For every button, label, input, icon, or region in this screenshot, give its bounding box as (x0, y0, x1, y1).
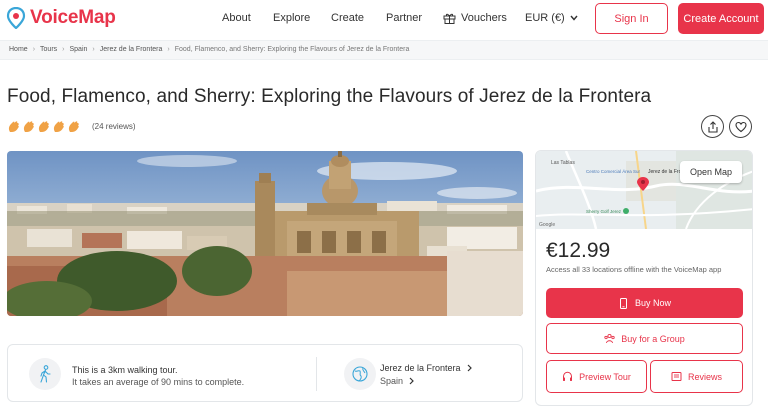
buy-for-group-label: Buy for a Group (621, 333, 685, 344)
globe-icon (352, 366, 368, 382)
sign-in-button[interactable]: Sign In (595, 3, 668, 34)
phone-icon (619, 297, 627, 309)
map-pin-dot (641, 180, 645, 184)
chevron-down-icon (570, 15, 578, 21)
breadcrumb-tours[interactable]: Tours (40, 46, 57, 53)
city-link[interactable]: Jerez de la Frontera (380, 363, 472, 373)
review-list-icon (671, 372, 682, 381)
currency-selector[interactable]: EUR (€) (525, 12, 578, 24)
jerez-cathedral-photo (7, 151, 523, 316)
breadcrumb-current: Food, Flamenco, and Sherry: Exploring th… (174, 46, 410, 53)
breadcrumb-city[interactable]: Jerez de la Frontera (100, 46, 163, 53)
tour-info-box: This is a 3km walking tour. It takes an … (7, 344, 523, 402)
clap-icon (68, 121, 79, 132)
share-button[interactable] (701, 115, 724, 138)
tour-hero-image[interactable] (7, 151, 523, 316)
buy-now-label: Buy Now (634, 298, 671, 308)
page-title: Food, Flamenco, and Sherry: Exploring th… (7, 86, 652, 107)
voicemap-logo[interactable]: VoiceMap (6, 7, 116, 29)
clap-icon (53, 121, 64, 132)
clap-icon (38, 121, 49, 132)
breadcrumb-home[interactable]: Home (9, 46, 28, 53)
nav-create[interactable]: Create (331, 12, 364, 24)
map-label-las-tablas: Las Tablas (551, 160, 575, 166)
nav-vouchers[interactable]: Vouchers (443, 12, 507, 24)
vouchers-label: Vouchers (461, 12, 507, 24)
walk-distance-text: This is a 3km walking tour. (72, 365, 178, 375)
chevron-right-icon (409, 377, 414, 385)
city-name: Jerez de la Frontera (380, 363, 461, 373)
preview-tour-label: Preview Tour (579, 371, 631, 382)
breadcrumb-separator-icon: › (92, 46, 95, 53)
nav-explore[interactable]: Explore (273, 12, 310, 24)
map-label-centro: Centro Comercial Área Sur (586, 168, 641, 174)
price-note: Access all 33 locations offline with the… (546, 265, 722, 274)
map-label-google: Google (539, 222, 555, 228)
heart-icon (734, 121, 747, 132)
country-link[interactable]: Spain (380, 376, 414, 386)
purchase-card: Las Tablas Centro Comercial Área Sur Jer… (535, 150, 753, 406)
breadcrumb-separator-icon: › (62, 46, 65, 53)
clap-icon (23, 121, 34, 132)
reviews-label: Reviews (687, 371, 722, 382)
site-header: VoiceMap About Explore Create Partner Vo… (0, 0, 768, 38)
rating-row: (24 reviews) (7, 120, 136, 133)
share-icon (707, 120, 718, 133)
create-account-button[interactable]: Create Account (678, 3, 764, 34)
breadcrumb-spain[interactable]: Spain (70, 46, 88, 53)
map-pin-logo-icon (6, 7, 26, 29)
currency-label: EUR (€) (525, 12, 565, 24)
city-icon-circle (344, 358, 376, 390)
chevron-right-icon (467, 364, 472, 372)
favorite-button[interactable] (729, 115, 752, 138)
group-icon (604, 333, 615, 344)
logo-text: VoiceMap (30, 7, 116, 28)
reviews-button[interactable]: Reviews (650, 360, 743, 393)
open-map-button[interactable]: Open Map (680, 161, 742, 183)
breadcrumb-bar: Home › Tours › Spain › Jerez de la Front… (0, 40, 768, 60)
nav-partner[interactable]: Partner (386, 12, 422, 24)
breadcrumb: Home › Tours › Spain › Jerez de la Front… (9, 46, 409, 53)
country-name: Spain (380, 376, 404, 386)
walk-duration-text: It takes an average of 90 mins to comple… (72, 377, 245, 387)
walking-person-icon (40, 365, 51, 383)
buy-now-button[interactable]: Buy Now (546, 288, 743, 318)
clap-icon (8, 121, 19, 132)
breadcrumb-separator-icon: › (167, 46, 170, 53)
reviews-count[interactable]: (24 reviews) (92, 122, 136, 131)
buy-for-group-button[interactable]: Buy for a Group (546, 323, 743, 354)
nav-about[interactable]: About (222, 12, 251, 24)
tour-price: €12.99 (546, 239, 611, 262)
breadcrumb-separator-icon: › (32, 46, 36, 53)
headphones-icon (563, 371, 573, 381)
gift-icon (443, 13, 456, 24)
map-label-sherry: Sherry Golf Jerez (586, 209, 622, 214)
preview-tour-button[interactable]: Preview Tour (546, 360, 647, 393)
walking-icon-circle (29, 358, 61, 390)
info-divider (316, 357, 317, 391)
